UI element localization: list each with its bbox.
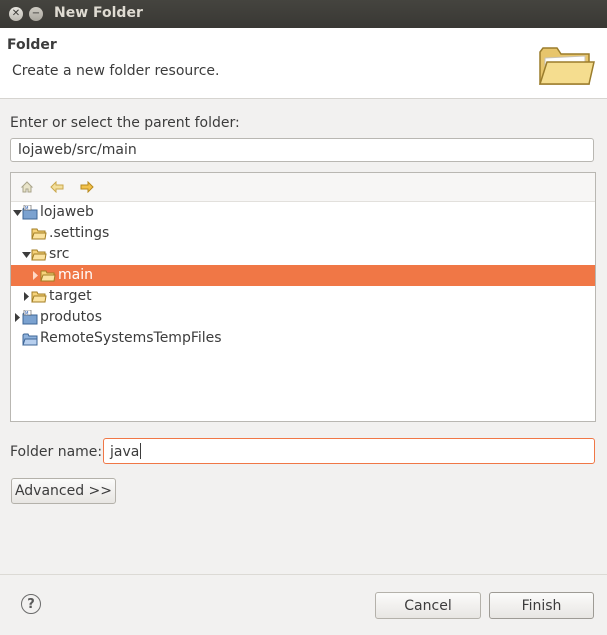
back-arrow-icon[interactable]	[49, 179, 65, 195]
svg-text:M: M	[25, 205, 29, 210]
tree-toolbar	[11, 173, 595, 202]
tree-item-label: RemoteSystemsTempFiles	[40, 330, 222, 346]
tree-item-label: main	[58, 267, 93, 283]
expanded-arrow-icon[interactable]	[22, 250, 31, 259]
folder-name-value: java	[110, 444, 140, 460]
folder-name-label: Folder name:	[10, 444, 103, 460]
folder-icon	[31, 228, 47, 240]
home-icon[interactable]	[19, 179, 35, 195]
folder-name-input[interactable]: java	[103, 438, 595, 464]
cancel-button[interactable]: Cancel	[375, 592, 481, 619]
help-icon[interactable]: ?	[21, 594, 41, 614]
svg-text:M: M	[25, 310, 29, 315]
window-title: New Folder	[54, 5, 143, 21]
page-description: Create a new folder resource.	[12, 63, 220, 79]
tree-item-settings[interactable]: .settings	[11, 223, 595, 244]
forward-arrow-icon[interactable]	[79, 179, 95, 195]
expanded-arrow-icon[interactable]	[13, 208, 22, 217]
collapsed-arrow-icon[interactable]	[31, 271, 40, 280]
folder-open-icon	[31, 249, 47, 261]
tree-item-remotesystemstempfiles[interactable]: RemoteSystemsTempFiles	[11, 328, 595, 349]
parent-folder-input[interactable]	[10, 138, 594, 162]
advanced-button[interactable]: Advanced >>	[11, 478, 116, 504]
footer-divider	[0, 574, 607, 575]
tree-item-label: target	[49, 288, 92, 304]
close-icon[interactable]: ✕	[9, 7, 23, 21]
tree-item-main[interactable]: main	[11, 265, 595, 286]
tree-item-src[interactable]: src	[11, 244, 595, 265]
folder-icon	[31, 291, 47, 303]
project-closed-icon	[22, 333, 38, 346]
title-bar: ✕ − New Folder	[0, 0, 607, 28]
folder-large-icon	[538, 47, 595, 85]
folder-tree[interactable]: M lojaweb .settings src main target M pr…	[10, 172, 596, 422]
tree-item-label: src	[49, 246, 70, 262]
tree-item-label: produtos	[40, 309, 103, 325]
page-title: Folder	[7, 37, 57, 53]
tree-item-target[interactable]: target	[11, 286, 595, 307]
wizard-header: Folder Create a new folder resource.	[0, 28, 607, 99]
collapsed-arrow-icon[interactable]	[13, 313, 22, 322]
finish-button[interactable]: Finish	[489, 592, 594, 619]
collapsed-arrow-icon[interactable]	[22, 292, 31, 301]
project-icon: M	[22, 205, 38, 220]
project-icon: M	[22, 310, 38, 325]
minimize-icon[interactable]: −	[29, 7, 43, 21]
tree-item-label: lojaweb	[40, 204, 94, 220]
tree-item-lojaweb[interactable]: M lojaweb	[11, 202, 595, 223]
tree-item-produtos[interactable]: M produtos	[11, 307, 595, 328]
parent-folder-label: Enter or select the parent folder:	[10, 115, 240, 131]
tree-item-label: .settings	[49, 225, 110, 241]
text-cursor	[140, 443, 142, 459]
folder-icon	[40, 270, 56, 282]
